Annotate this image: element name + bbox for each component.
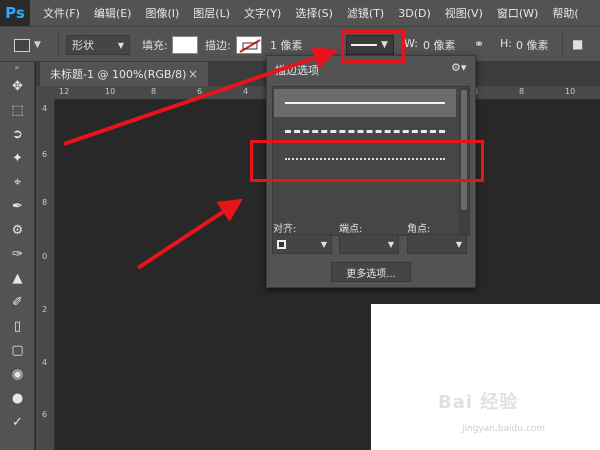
stroke-style-solid[interactable] — [274, 89, 456, 117]
blur-tool-icon[interactable]: ◉ — [0, 362, 35, 386]
fill-color-swatch[interactable] — [172, 36, 198, 54]
ruler-tick-label: 6 — [197, 87, 203, 96]
align-label: 对齐: — [273, 224, 297, 235]
menu-layer[interactable]: 图层(L) — [186, 5, 237, 21]
menu-select[interactable]: 选择(S) — [288, 5, 340, 21]
chevron-down-icon: ▼ — [117, 40, 124, 50]
stroke-color-swatch[interactable] — [236, 36, 262, 54]
stroke-options-title: 描边选项 — [275, 64, 319, 77]
chevron-down-icon: ▼ — [455, 239, 462, 249]
menu-window[interactable]: 窗口(W) — [490, 5, 545, 21]
document-tab[interactable]: 未标题-1 @ 100%(RGB/8) × — [40, 62, 208, 86]
vertical-ruler: 4 6 8 0 2 4 6 — [36, 100, 55, 450]
divider — [562, 34, 563, 56]
solid-line-sample — [285, 102, 445, 104]
fill-label: 填充: — [142, 39, 168, 52]
tools-panel: » ✥ ⬚ ➲ ✦ ⌖ ✒ ⚙ ✑ ▲ ✐ ▯ ▢ ◉ ● ✓ — [0, 62, 35, 450]
menu-bar: Ps 文件(F) 编辑(E) 图像(I) 图层(L) 文字(Y) 选择(S) 滤… — [0, 0, 600, 26]
ruler-tick-label: 8 — [519, 87, 525, 96]
eyedropper-tool-icon[interactable]: ✒ — [0, 194, 35, 218]
gear-icon[interactable]: ⚙▾ — [451, 61, 466, 74]
history-brush-tool-icon[interactable]: ✐ — [0, 290, 35, 314]
clone-stamp-tool-icon[interactable]: ▲ — [0, 266, 35, 290]
ruler-tick-label: 4 — [243, 87, 249, 96]
move-tool-icon[interactable]: ✥ — [0, 74, 35, 98]
tool-preset-picker[interactable]: ▼ — [14, 34, 50, 56]
mode-dropdown[interactable]: 形状 ▼ — [66, 35, 130, 55]
height-label: H: — [500, 37, 512, 50]
marquee-tool-icon[interactable]: ⬚ — [0, 98, 35, 122]
ruler-tick-label: 8 — [42, 198, 48, 207]
panel-collapse-icon[interactable]: » — [0, 62, 34, 74]
ruler-tick-label: 8 — [151, 87, 157, 96]
lasso-tool-icon[interactable]: ➲ — [0, 122, 35, 146]
height-field[interactable]: 0 像素 — [516, 37, 549, 53]
width-label: W: — [404, 37, 418, 50]
pen-tool-icon[interactable]: ✓ — [0, 410, 35, 434]
ruler-tick-label: 2 — [42, 305, 48, 314]
gradient-tool-icon[interactable]: ▢ — [0, 338, 35, 362]
baidu-watermark: Bai 经验 — [438, 392, 519, 413]
eraser-tool-icon[interactable]: ▯ — [0, 314, 35, 338]
baidu-watermark-url: jingyan.baidu.com — [462, 424, 546, 434]
divider — [58, 34, 59, 56]
align-dropdown[interactable]: ▼ — [272, 234, 332, 254]
path-operations-icon[interactable]: ■ — [572, 37, 583, 51]
magic-wand-tool-icon[interactable]: ✦ — [0, 146, 35, 170]
dodge-tool-icon[interactable]: ● — [0, 386, 35, 410]
chevron-down-icon: ▼ — [34, 40, 41, 50]
menu-help[interactable]: 帮助( — [545, 5, 585, 21]
menu-filter[interactable]: 滤镜(T) — [340, 5, 391, 21]
more-options-button[interactable]: 更多选项... — [331, 262, 411, 282]
menu-image[interactable]: 图像(I) — [138, 5, 186, 21]
photoshop-logo: Ps — [0, 0, 30, 26]
ruler-tick-label: 12 — [59, 87, 70, 96]
ruler-tick-label: 10 — [565, 87, 576, 96]
crop-tool-icon[interactable]: ⌖ — [0, 170, 35, 194]
mode-dropdown-value: 形状 — [72, 39, 94, 52]
stroke-width-field[interactable]: 1 像素 — [270, 37, 303, 53]
menu-edit[interactable]: 编辑(E) — [87, 5, 139, 21]
no-color-slash-icon — [239, 39, 261, 53]
close-icon[interactable]: × — [188, 67, 198, 81]
ruler-corner — [36, 86, 55, 100]
dashed-line-sample — [285, 129, 445, 133]
annotation-box-dotted-line — [250, 140, 484, 182]
menu-3d[interactable]: 3D(D) — [391, 7, 438, 20]
link-icon[interactable]: ⚭ — [474, 37, 484, 51]
ruler-tick-label: 4 — [42, 104, 48, 113]
caps-dropdown[interactable]: ▼ — [339, 234, 399, 254]
menu-type[interactable]: 文字(Y) — [237, 5, 288, 21]
menu-file[interactable]: 文件(F) — [36, 5, 87, 21]
ruler-tick-label: 4 — [42, 358, 48, 367]
chevron-down-icon: ▼ — [320, 239, 327, 249]
menu-view[interactable]: 视图(V) — [438, 5, 490, 21]
ruler-tick-label: 0 — [42, 252, 48, 261]
ruler-tick-label: 10 — [105, 87, 116, 96]
rectangle-icon — [14, 38, 30, 52]
corners-dropdown[interactable]: ▼ — [407, 234, 467, 254]
chevron-down-icon: ▼ — [387, 239, 394, 249]
document-tab-title: 未标题-1 @ 100%(RGB/8) — [50, 68, 187, 81]
brush-tool-icon[interactable]: ✑ — [0, 242, 35, 266]
ruler-tick-label: 6 — [42, 410, 48, 419]
healing-brush-tool-icon[interactable]: ⚙ — [0, 218, 35, 242]
stroke-label: 描边: — [205, 39, 231, 52]
corners-label: 角点: — [407, 224, 431, 235]
align-inside-icon — [277, 239, 286, 249]
ruler-tick-label: 6 — [42, 150, 48, 159]
caps-label: 端点: — [339, 224, 363, 235]
annotation-box-line-type — [341, 30, 405, 63]
width-field[interactable]: 0 像素 — [423, 37, 456, 53]
